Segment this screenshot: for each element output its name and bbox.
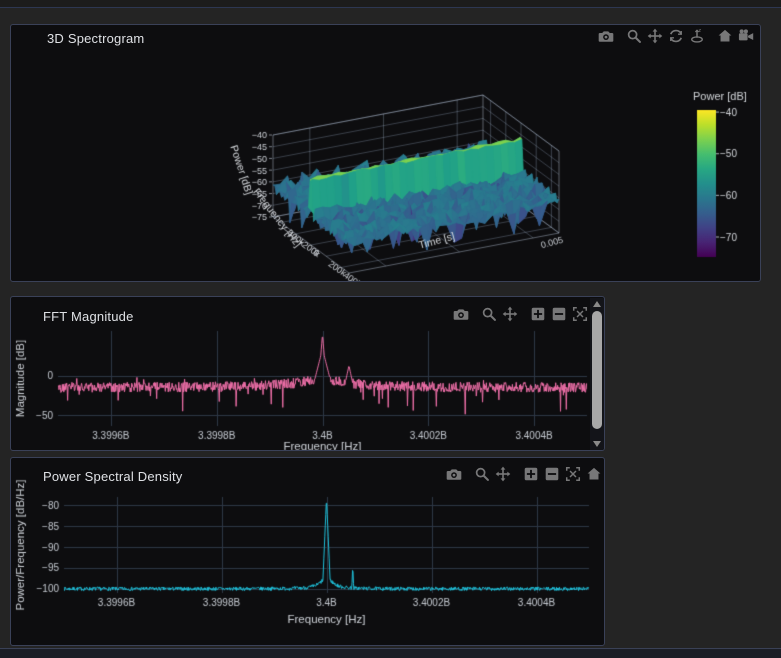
reset-camera-home-icon[interactable] [717,28,733,44]
arrow-up-icon [593,301,601,307]
panel-power-spectral-density: Power Spectral Density [10,457,605,646]
turntable-rotation-icon[interactable]: z [689,28,705,44]
svg-text:z: z [698,28,701,34]
fft-magnitude-plot[interactable] [12,298,589,451]
scrollbar-thumb[interactable] [592,311,602,429]
modebar-3d: z [593,28,754,44]
arrow-down-icon [593,441,601,447]
panel-3d-spectrogram: 3D Spectrogram z [10,24,761,282]
pan-icon[interactable] [647,28,663,44]
top-toolbar [0,0,781,8]
psd-plot[interactable] [12,459,605,646]
panel-fft-magnitude: FFT Magnitude [10,296,605,451]
reset-camera-last-save-icon[interactable] [738,28,754,44]
orbit-rotation-icon[interactable] [668,28,684,44]
scrollbar-up-button[interactable] [590,298,604,310]
scrollbar-down-button[interactable] [590,438,604,450]
zoom-icon[interactable] [626,28,642,44]
spectrogram-3d-plot[interactable] [11,50,760,281]
dashboard-root: 3D Spectrogram z FFT Magnitude [0,0,781,657]
fft-vertical-scrollbar[interactable] [590,298,604,450]
panel-title-3d-spectrogram: 3D Spectrogram [47,31,144,46]
camera-snapshot-icon[interactable] [598,28,614,44]
